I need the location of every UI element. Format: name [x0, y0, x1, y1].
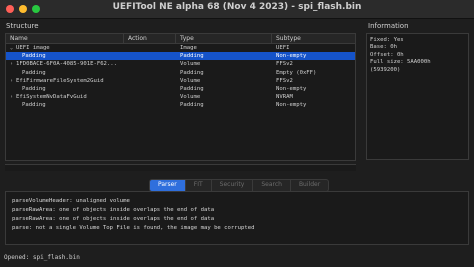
- tab-security[interactable]: Security: [212, 180, 254, 191]
- tree-cell-type: Padding: [180, 102, 204, 109]
- tree-row[interactable]: Padding Padding Non-empty: [6, 101, 355, 109]
- tree-cell-type: Volume: [180, 94, 201, 101]
- log-line: parseRawArea: one of objects inside over…: [12, 216, 215, 223]
- info-line: Full size: 5AA000h: [370, 59, 431, 66]
- log-line: parse: not a single Volume Top File is f…: [12, 225, 255, 232]
- info-line: Base: 0h: [370, 44, 397, 51]
- tree-cell-name: Padding: [6, 85, 124, 93]
- tree-cell-action: [124, 77, 176, 85]
- tree-cell-name: › EfiSystemNvDataFvGuid: [6, 93, 124, 101]
- tree-item-label: UEFI image: [16, 45, 50, 51]
- tree-cell-subtype: NVRAM: [276, 94, 293, 101]
- title-bar: UEFITool NE alpha 68 (Nov 4 2023) - spi_…: [0, 0, 474, 19]
- structure-label: Structure: [6, 22, 39, 30]
- tree-cell-name: Padding: [6, 52, 124, 60]
- tree-cell-action: [124, 52, 176, 60]
- log-line: parseRawArea: one of objects inside over…: [12, 207, 215, 214]
- tab-search[interactable]: Search: [253, 180, 291, 191]
- tree-header: Name Action Type Subtype: [6, 34, 355, 44]
- tree-item-label: Padding: [22, 53, 46, 60]
- tree-cell-name: › 1FD0BACE-6F0A-4085-901E-F62...: [6, 60, 124, 68]
- tree-row[interactable]: Padding Padding Empty (0xFF): [6, 69, 355, 77]
- tree-cell-subtype: Empty (0xFF): [276, 69, 317, 76]
- info-line: (5939200): [370, 66, 401, 73]
- tree-cell-name: ⌄ UEFI image: [6, 44, 124, 52]
- tree-cell-action: [124, 60, 176, 68]
- horizontal-scrollbar[interactable]: [5, 164, 356, 171]
- window-title: UEFITool NE alpha 68 (Nov 4 2023) - spi_…: [112, 2, 362, 12]
- tree-cell-type: Volume: [180, 61, 201, 68]
- tree-cell-subtype: Non-empty: [276, 102, 307, 109]
- tree-body: ⌄ UEFI image Image UEFI Padding Padding Non-em…: [6, 44, 355, 110]
- tree-item-label: Padding: [22, 102, 46, 109]
- tab-parser[interactable]: Parser: [150, 180, 186, 191]
- tree-cell-action: [124, 101, 176, 109]
- column-header-action[interactable]: Action: [124, 34, 176, 43]
- tab-fit[interactable]: FIT: [186, 180, 212, 191]
- info-line: Offset: 0h: [370, 51, 404, 58]
- tree-cell-action: [124, 85, 176, 93]
- tree-cell-name: Padding: [6, 101, 124, 109]
- tree-row[interactable]: Padding Padding Non-empty: [6, 85, 355, 93]
- tree-cell-type: Volume: [180, 77, 201, 84]
- tree-cell-action: [124, 69, 176, 77]
- tree-cell-type: Padding: [180, 69, 204, 76]
- column-header-type[interactable]: Type: [176, 34, 272, 43]
- log-line: parseVolumeHeader: unaligned volume: [12, 198, 130, 204]
- tree-cell-name: › EfiFirmwareFileSystem2Guid: [6, 77, 124, 85]
- tree-cell-type: Image: [180, 45, 197, 51]
- tree-row[interactable]: › EfiFirmwareFileSystem2Guid Volume FFSv2: [6, 77, 355, 85]
- tree-cell-subtype: FFSv2: [276, 77, 293, 84]
- information-label: Information: [368, 22, 409, 30]
- tree-cell-subtype: FFSv2: [276, 61, 293, 68]
- tree-cell-subtype: Non-empty: [276, 85, 307, 92]
- info-line: Fixed: Yes: [370, 37, 404, 43]
- tree-row[interactable]: › EfiSystemNvDataFvGuid Volume NVRAM: [6, 93, 355, 101]
- column-header-name[interactable]: Name: [6, 34, 124, 43]
- tree-row[interactable]: ⌄ UEFI image Image UEFI: [6, 44, 355, 52]
- tree-cell-type: Padding: [180, 85, 204, 92]
- tree-item-label: Padding: [22, 85, 46, 92]
- tree-item-label: Padding: [22, 69, 46, 76]
- tree-row[interactable]: › 1FD0BACE-6F0A-4085-901E-F62... Volume FFS…: [6, 60, 355, 68]
- tree-cell-subtype: UEFI: [276, 45, 290, 51]
- tree-row[interactable]: Padding Padding Non-empty: [6, 52, 355, 61]
- structure-tree[interactable]: Name Action Type Subtype ⌄ UEFI image Imag…: [5, 33, 356, 161]
- parser-log[interactable]: parseVolumeHeader: unaligned volume pars…: [5, 191, 469, 245]
- tree-item-label: EfiFirmwareFileSystem2Guid: [16, 77, 104, 84]
- information-panel: Fixed: Yes Base: 0h Offset: 0h Full size…: [366, 33, 469, 160]
- tree-cell-action: [124, 93, 176, 101]
- tree-cell-action: [124, 44, 176, 52]
- tree-item-label: 1FD0BACE-6F0A-4085-901E-F62...: [16, 61, 118, 68]
- tree-cell-type: Padding: [180, 53, 204, 60]
- column-header-subtype[interactable]: Subtype: [272, 34, 355, 43]
- tree-item-label: EfiSystemNvDataFvGuid: [16, 94, 87, 101]
- tab-builder[interactable]: Builder: [291, 180, 328, 191]
- tree-cell-subtype: Non-empty: [276, 53, 307, 60]
- tree-cell-name: Padding: [6, 69, 124, 77]
- status-bar-text: Opened: spi_flash.bin: [4, 254, 80, 261]
